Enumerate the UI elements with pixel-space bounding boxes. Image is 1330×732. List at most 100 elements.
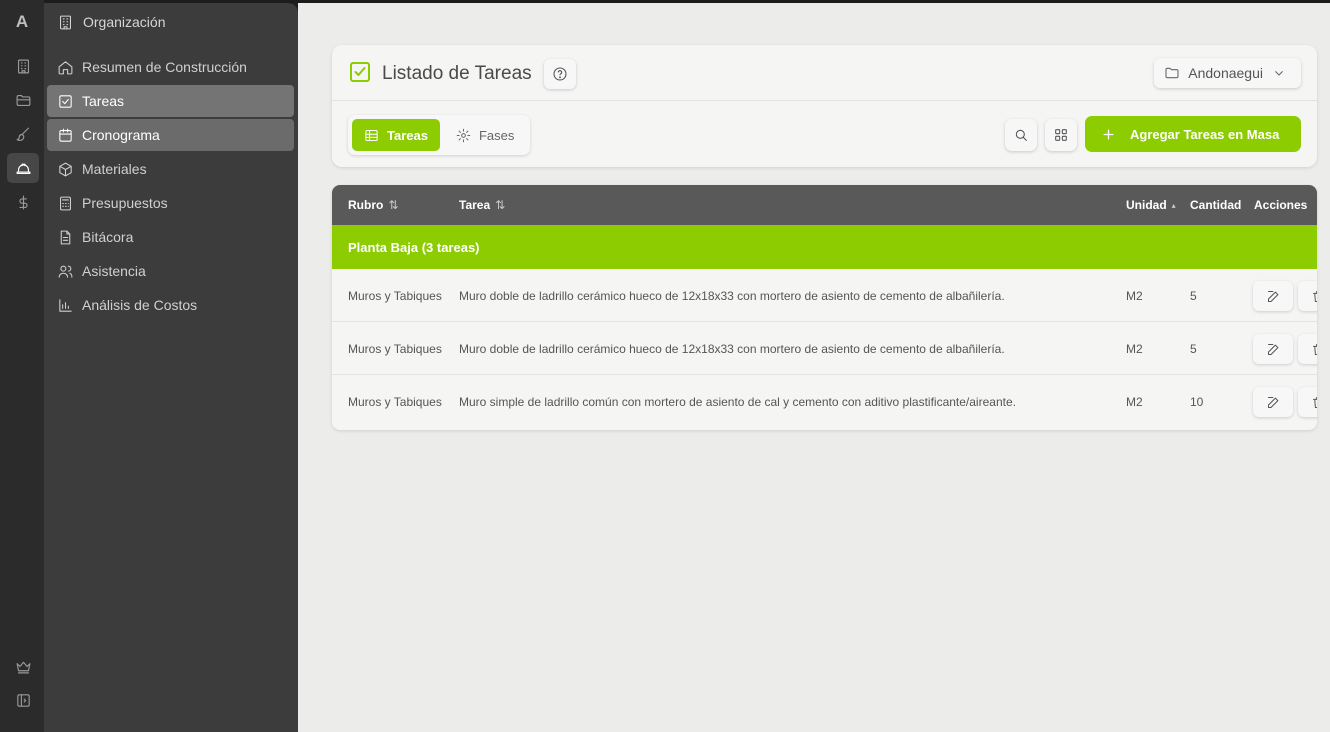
helmet-icon[interactable] [7, 153, 39, 183]
sidebar-item-label: Bitácora [82, 229, 134, 245]
tab-fases[interactable]: Fases [444, 119, 526, 151]
column-acciones: Acciones [1254, 185, 1307, 225]
home-icon [56, 58, 74, 76]
sidebar-item-resumen[interactable]: Resumen de Construcción [47, 51, 294, 83]
sidebar-nav: Resumen de Construcción Tareas Cronogram… [47, 51, 294, 323]
tab-tareas[interactable]: Tareas [352, 119, 440, 151]
edit-icon [1266, 342, 1281, 357]
table-row[interactable]: Muros y Tabiques Muro doble de ladrillo … [332, 322, 1317, 375]
cell-cantidad: 5 [1190, 341, 1197, 356]
sidebar-item-materiales[interactable]: Materiales [47, 153, 294, 185]
cell-rubro: Muros y Tabiques [348, 394, 442, 409]
bar-chart-icon [56, 296, 74, 314]
sidebar-item-analisis[interactable]: Análisis de Costos [47, 289, 294, 321]
calculator-icon [56, 194, 74, 212]
brush-icon[interactable] [7, 119, 39, 149]
group-label: Planta Baja (3 tareas) [348, 239, 480, 255]
crown-icon[interactable] [7, 651, 39, 681]
calendar-icon [56, 126, 74, 144]
help-button[interactable] [543, 59, 576, 89]
project-name: Andonaegui [1188, 65, 1263, 81]
package-icon [56, 160, 74, 178]
group-row-planta-baja[interactable]: Planta Baja (3 tareas) [332, 225, 1317, 269]
header-bar: Listado de Tareas Andonaegui [332, 45, 1317, 101]
cell-tarea: Muro simple de ladrillo común con morter… [459, 394, 1016, 409]
plus-icon [1101, 127, 1116, 142]
panel-toggle-icon[interactable] [7, 685, 39, 715]
column-tarea[interactable]: Tarea ⇅ [459, 185, 505, 225]
building-icon [56, 13, 74, 31]
column-unidad[interactable]: Unidad ▴ [1126, 185, 1176, 225]
sidebar-item-cronograma[interactable]: Cronograma [47, 119, 294, 151]
sidebar-item-label: Resumen de Construcción [82, 59, 247, 75]
sort-icon: ▴ [1171, 200, 1176, 210]
column-label: Cantidad [1190, 198, 1242, 212]
edit-button[interactable] [1253, 387, 1293, 417]
column-label: Rubro [348, 198, 384, 212]
trash-icon [1311, 395, 1317, 410]
folder-icon [1164, 65, 1180, 81]
table-icon [364, 128, 379, 143]
checkbox-icon [348, 60, 372, 89]
edit-button[interactable] [1253, 281, 1293, 311]
sidebar-item-label: Cronograma [82, 127, 160, 143]
delete-button[interactable] [1298, 281, 1317, 311]
table-header: Rubro ⇅ Tarea ⇅ Unidad ▴ Cantidad Accion… [332, 185, 1317, 225]
add-tasks-label: Agregar Tareas en Masa [1130, 126, 1280, 142]
sidebar-item-bitacora[interactable]: Bitácora [47, 221, 294, 253]
sidebar-item-tareas[interactable]: Tareas [47, 85, 294, 117]
table-row[interactable]: Muros y Tabiques Muro simple de ladrillo… [332, 375, 1317, 428]
cell-rubro: Muros y Tabiques [348, 341, 442, 356]
cell-tarea: Muro doble de ladrillo cerámico hueco de… [459, 341, 1005, 356]
add-tasks-bulk-button[interactable]: Agregar Tareas en Masa [1085, 116, 1301, 152]
cell-unidad: M2 [1126, 288, 1143, 303]
sidebar: Organización Resumen de Construcción Tar… [44, 3, 298, 732]
chevron-down-icon [1271, 65, 1287, 81]
tab-label: Tareas [387, 127, 428, 143]
sidebar-item-label: Asistencia [82, 263, 146, 279]
building-icon[interactable] [7, 51, 39, 81]
sidebar-item-label: Análisis de Costos [82, 297, 198, 313]
cell-cantidad: 10 [1190, 394, 1204, 409]
main-content: Listado de Tareas Andonaegui Tareas Fase… [298, 3, 1330, 732]
app-logo[interactable]: A [0, 8, 44, 36]
icon-rail: A [0, 0, 44, 732]
sidebar-item-label: Materiales [82, 161, 147, 177]
folder-icon[interactable] [7, 85, 39, 115]
delete-button[interactable] [1298, 387, 1317, 417]
dollar-icon[interactable] [7, 187, 39, 217]
column-rubro[interactable]: Rubro ⇅ [348, 185, 398, 225]
help-icon [552, 66, 568, 82]
cell-tarea: Muro doble de ladrillo cerámico hueco de… [459, 288, 1005, 303]
cell-unidad: M2 [1126, 341, 1143, 356]
view-tabs: Tareas Fases [348, 115, 531, 155]
document-icon [56, 228, 74, 246]
grid-view-button[interactable] [1045, 119, 1077, 151]
header-card: Listado de Tareas Andonaegui Tareas Fase… [332, 45, 1317, 167]
edit-button[interactable] [1253, 334, 1293, 364]
column-label: Acciones [1254, 198, 1308, 212]
cell-unidad: M2 [1126, 394, 1143, 409]
sidebar-item-presupuestos[interactable]: Presupuestos [47, 187, 294, 219]
sort-icon: ⇅ [495, 198, 506, 212]
search-button[interactable] [1005, 119, 1037, 151]
sidebar-item-label: Presupuestos [82, 195, 168, 211]
organization-link[interactable]: Organización [56, 11, 166, 33]
sort-icon: ⇅ [388, 198, 399, 212]
column-label: Tarea [459, 198, 491, 212]
column-label: Unidad [1126, 198, 1167, 212]
project-selector[interactable]: Andonaegui [1154, 58, 1301, 88]
search-icon [1013, 127, 1029, 143]
trash-icon [1311, 342, 1317, 357]
delete-button[interactable] [1298, 334, 1317, 364]
organization-label: Organización [83, 14, 166, 30]
cell-cantidad: 5 [1190, 288, 1197, 303]
page-title: Listado de Tareas [382, 63, 532, 84]
trash-icon [1311, 289, 1317, 304]
tasks-table: Rubro ⇅ Tarea ⇅ Unidad ▴ Cantidad Accion… [332, 185, 1317, 430]
table-row[interactable]: Muros y Tabiques Muro doble de ladrillo … [332, 269, 1317, 322]
edit-icon [1266, 395, 1281, 410]
grid-icon [1053, 127, 1069, 143]
cell-rubro: Muros y Tabiques [348, 288, 442, 303]
sidebar-item-asistencia[interactable]: Asistencia [47, 255, 294, 287]
